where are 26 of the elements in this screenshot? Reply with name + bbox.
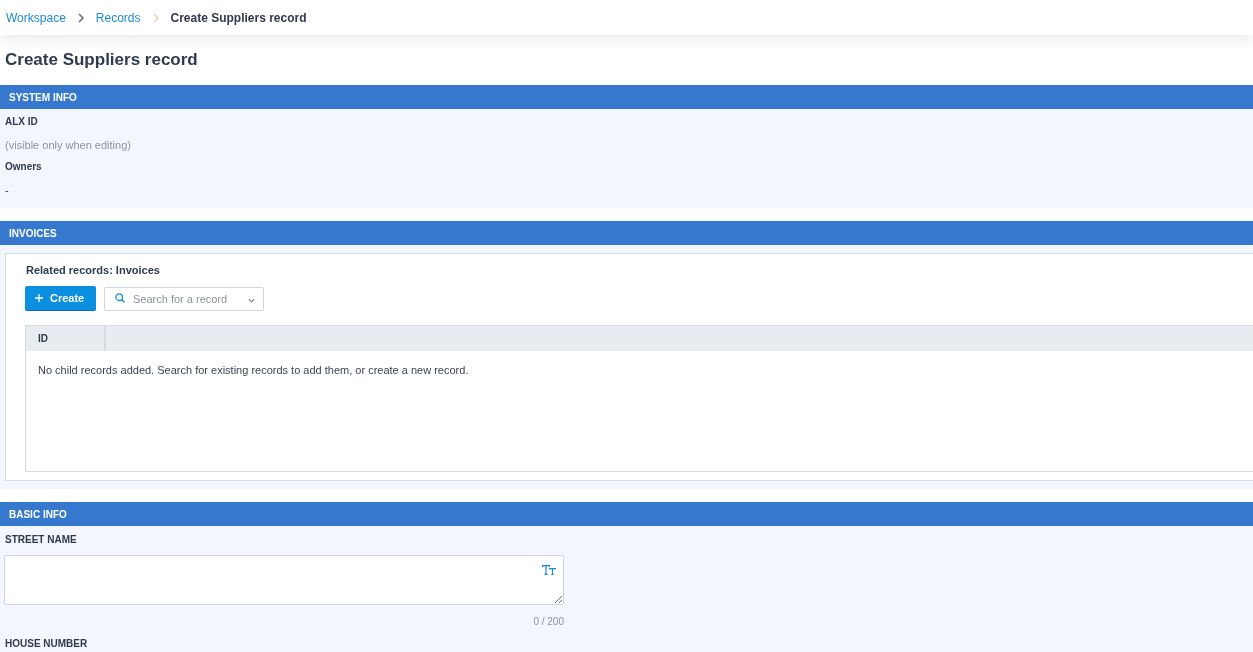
breadcrumb-current: Create Suppliers record [170, 9, 307, 27]
section-header: SYSTEM INFO [0, 85, 1253, 109]
create-button[interactable]: Create [25, 286, 96, 310]
breadcrumb-link[interactable]: Records [95, 8, 141, 27]
plus-icon [35, 294, 43, 302]
text-format-icon [542, 565, 556, 575]
section-header: INVOICES [0, 221, 1253, 245]
character-counter: 0 / 200 [533, 615, 564, 629]
chevron-down-icon [248, 298, 255, 303]
breadcrumb-link[interactable]: Workspace [6, 8, 66, 27]
panel-heading: Related records: Invoices [25, 263, 161, 277]
field-value: - [5, 183, 10, 197]
empty-message: No child records added. Search for existing records to add them, or create a new record. [38, 364, 469, 376]
textarea-field[interactable] [4, 555, 564, 605]
field-label: ALX ID [5, 115, 39, 129]
column-header: ID [26, 326, 106, 351]
field-label: STREET NAME [4, 533, 78, 547]
search-icon [115, 293, 125, 303]
search-field[interactable]: Search for a record [104, 287, 264, 311]
chevron-right-icon [152, 12, 159, 23]
chevron-right-icon [77, 12, 84, 23]
field-label: Owners [5, 160, 43, 174]
page-title: Create Suppliers record [5, 49, 198, 71]
field-label: HOUSE NUMBER [4, 637, 89, 651]
section-header: BASIC INFO [0, 502, 1253, 526]
field-hint: (visible only when editing) [5, 138, 132, 152]
